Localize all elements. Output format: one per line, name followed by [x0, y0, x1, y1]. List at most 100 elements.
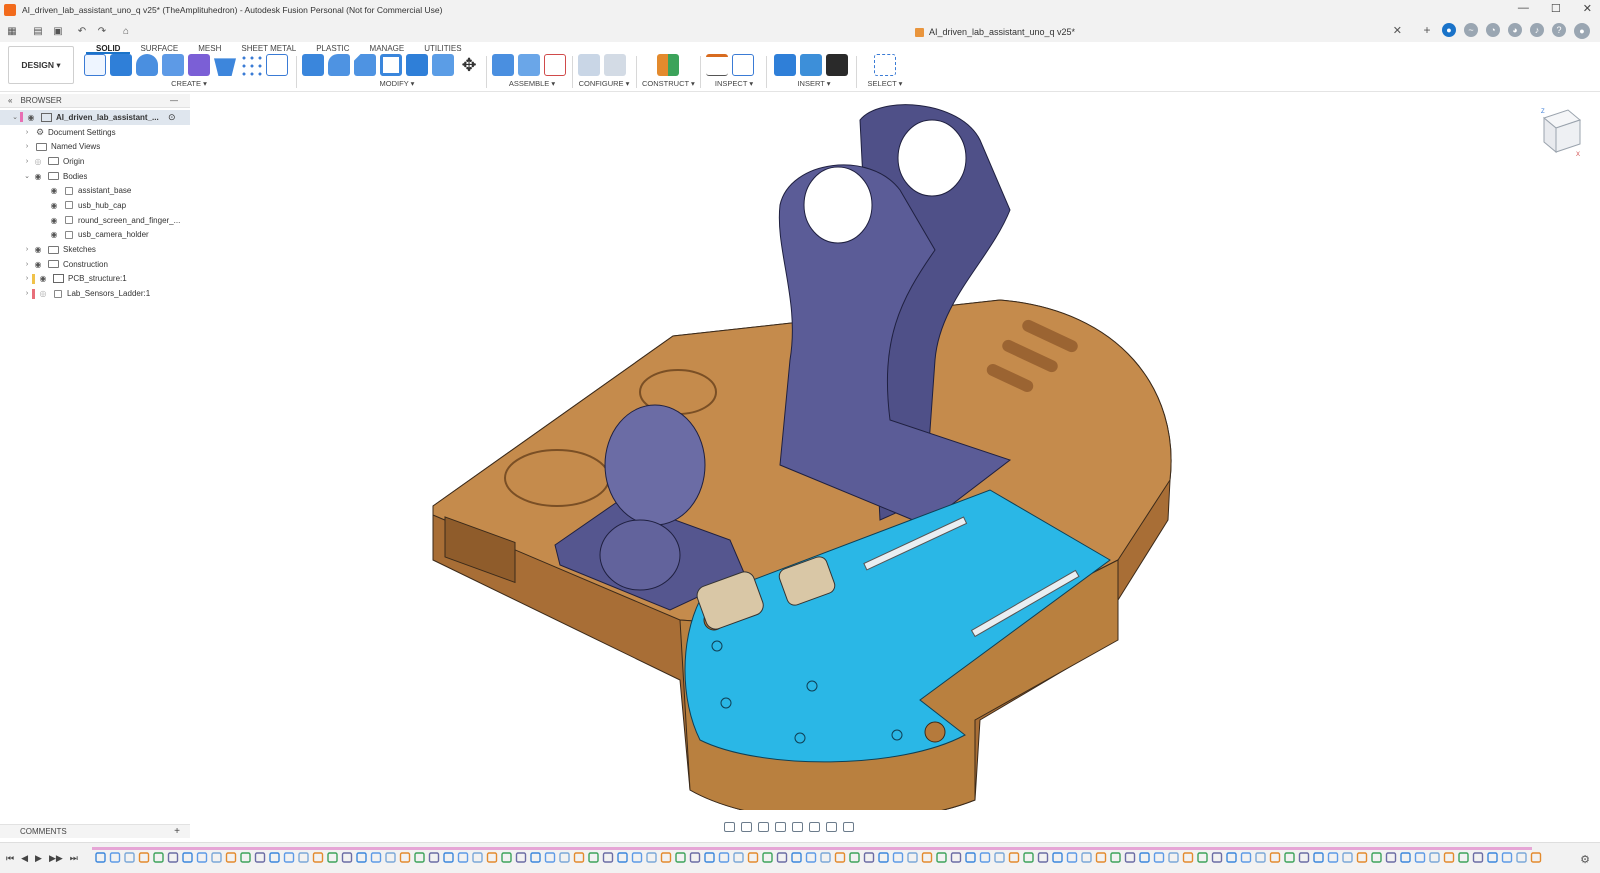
timeline-feature-icon[interactable]: [283, 852, 295, 863]
timeline-feature-icon[interactable]: [1313, 852, 1324, 863]
timeline-feature-icon[interactable]: [631, 852, 643, 863]
job-status-icon[interactable]: ◔: [1486, 23, 1500, 37]
timeline-feature-icon[interactable]: [921, 852, 933, 863]
timeline-end-button[interactable]: ⏭: [70, 853, 78, 864]
timeline-feature-icon[interactable]: [196, 852, 208, 863]
timeline-feature-icon[interactable]: [544, 852, 556, 863]
timeline-feature-icon[interactable]: [617, 852, 628, 863]
timeline-feature-icon[interactable]: [153, 852, 164, 863]
timeline-feature-icon[interactable]: [1182, 852, 1194, 863]
browser-root[interactable]: ⌄ ◉ AI_driven_lab_assistant_... ⊙: [0, 110, 190, 125]
insert-image-icon[interactable]: [800, 54, 822, 76]
tab-utilities[interactable]: UTILITIES: [414, 43, 471, 54]
section-analysis-icon[interactable]: [732, 54, 754, 76]
timeline-feature-icon[interactable]: [356, 852, 367, 863]
config-table-icon[interactable]: [604, 54, 626, 76]
loft-icon[interactable]: [188, 54, 210, 76]
fillet-icon[interactable]: [328, 54, 350, 76]
timeline-feature-icon[interactable]: [1197, 852, 1208, 863]
timeline-feature-icon[interactable]: [370, 852, 382, 863]
chevron-right-icon[interactable]: ›: [22, 129, 32, 136]
offset-plane-icon[interactable]: [657, 54, 679, 76]
save-icon[interactable]: ▣: [50, 23, 66, 39]
timeline-feature-icon[interactable]: [298, 852, 309, 863]
combine-icon[interactable]: [406, 54, 428, 76]
eye-icon[interactable]: ◉: [32, 172, 44, 181]
timeline-feature-icon[interactable]: [1269, 852, 1281, 863]
timeline-feature-icon[interactable]: [1284, 852, 1295, 863]
timeline-feature-icon[interactable]: [95, 852, 106, 863]
timeline-feature-icon[interactable]: [573, 852, 585, 863]
timeline-feature-icon[interactable]: [457, 852, 469, 863]
avatar[interactable]: ●: [1574, 23, 1590, 39]
timeline-feature-icon[interactable]: [486, 852, 498, 863]
timeline-feature-icon[interactable]: [936, 852, 947, 863]
measure-icon[interactable]: [706, 54, 728, 76]
look-at-icon[interactable]: [741, 822, 752, 832]
inspect-menu[interactable]: INSPECT ▾: [706, 79, 762, 88]
maximize-button[interactable]: ☐: [1551, 2, 1561, 15]
browser-item-body[interactable]: ◉ round_screen_and_finger_...: [0, 213, 190, 228]
insert-menu[interactable]: INSERT ▾: [774, 79, 854, 88]
new-tab-icon[interactable]: +: [1420, 23, 1434, 37]
comments-panel[interactable]: COMMENTS +: [0, 824, 190, 838]
close-window-button[interactable]: ✕: [1583, 2, 1592, 15]
timeline-feature-icon[interactable]: [472, 852, 483, 863]
eye-icon[interactable]: ◉: [48, 216, 60, 225]
redo-icon[interactable]: ↷: [94, 23, 110, 39]
window-select-icon[interactable]: [874, 54, 896, 76]
move-icon[interactable]: ✥: [458, 54, 480, 76]
eye-icon[interactable]: ◉: [32, 260, 44, 269]
timeline-feature-icon[interactable]: [747, 852, 759, 863]
shell-icon[interactable]: [380, 54, 402, 76]
timeline-feature-icon[interactable]: [1472, 852, 1484, 863]
timeline-track[interactable]: [92, 847, 1572, 867]
timeline-feature-icon[interactable]: [167, 852, 179, 863]
timeline-feature-icon[interactable]: [1429, 852, 1440, 863]
display-settings-icon[interactable]: [809, 822, 820, 832]
browser-item-body[interactable]: ◉ usb_hub_cap: [0, 198, 190, 213]
offset-face-icon[interactable]: [432, 54, 454, 76]
workspace-switcher[interactable]: DESIGN ▾: [8, 46, 74, 84]
timeline-feature-icon[interactable]: [1110, 852, 1121, 863]
eye-icon[interactable]: ◉: [32, 245, 44, 254]
tab-plastic[interactable]: PLASTIC: [306, 43, 359, 54]
revolve-icon[interactable]: [136, 54, 158, 76]
viewports-icon[interactable]: [843, 822, 854, 832]
view-cube[interactable]: Z X: [1538, 104, 1582, 160]
timeline-feature-icon[interactable]: [225, 852, 237, 863]
browser-item-sketches[interactable]: › ◉ Sketches: [0, 242, 190, 257]
browser-item-origin[interactable]: › ◎ Origin: [0, 154, 190, 169]
chevron-down-icon[interactable]: ⌄: [10, 113, 20, 121]
browser-item-pcb[interactable]: › ◉ PCB_structure:1: [0, 272, 190, 287]
timeline-feature-icon[interactable]: [849, 852, 860, 863]
close-tab-icon[interactable]: ✕: [1393, 24, 1402, 37]
timeline-feature-icon[interactable]: [1211, 852, 1223, 863]
timeline-feature-icon[interactable]: [1501, 852, 1513, 863]
chamfer-icon[interactable]: [354, 54, 376, 76]
browser-item-body[interactable]: ◉ usb_camera_holder: [0, 228, 190, 243]
timeline-feature-icon[interactable]: [501, 852, 512, 863]
zoom-icon[interactable]: [775, 822, 786, 832]
fit-icon[interactable]: [792, 822, 803, 832]
bell-icon[interactable]: ♪: [1530, 23, 1544, 37]
tab-mesh[interactable]: MESH: [188, 43, 231, 54]
tab-manage[interactable]: MANAGE: [360, 43, 415, 54]
configure-menu[interactable]: CONFIGURE ▾: [578, 79, 630, 88]
timeline-feature-icon[interactable]: [428, 852, 440, 863]
eye-icon[interactable]: ◉: [48, 201, 60, 210]
timeline-feature-icon[interactable]: [327, 852, 338, 863]
pan-icon[interactable]: [758, 822, 769, 832]
grid-menu-icon[interactable]: ▦: [4, 23, 20, 39]
timeline-feature-icon[interactable]: [820, 852, 831, 863]
timeline-feature-icon[interactable]: [805, 852, 817, 863]
timeline-forward-button[interactable]: ▶▶: [49, 853, 63, 864]
notifications-icon[interactable]: ◕: [1508, 23, 1522, 37]
timeline-feature-icon[interactable]: [530, 852, 541, 863]
select-menu[interactable]: SELECT ▾: [862, 79, 908, 88]
timeline-feature-icon[interactable]: [1095, 852, 1107, 863]
create-menu[interactable]: CREATE ▾: [84, 79, 294, 88]
insert-svg-icon[interactable]: [826, 54, 848, 76]
timeline-feature-icon[interactable]: [1342, 852, 1353, 863]
timeline-feature-icon[interactable]: [791, 852, 802, 863]
